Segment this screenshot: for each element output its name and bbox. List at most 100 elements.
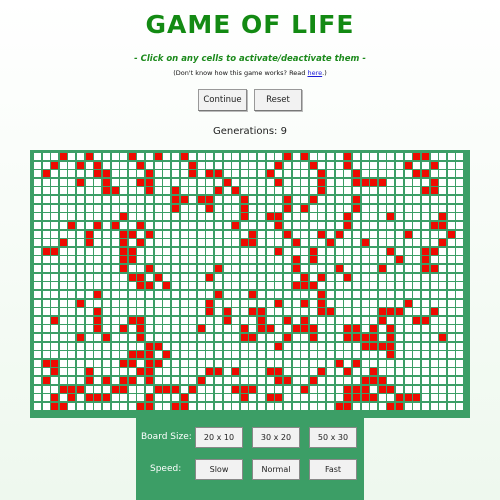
cell-alive[interactable] (155, 343, 162, 350)
cell-dead[interactable] (112, 394, 119, 401)
cell-dead[interactable] (370, 170, 377, 177)
cell-dead[interactable] (181, 282, 188, 289)
cell-dead[interactable] (379, 334, 386, 341)
cell-dead[interactable] (146, 162, 153, 169)
cell-dead[interactable] (431, 153, 438, 160)
cell-dead[interactable] (215, 334, 222, 341)
cell-dead[interactable] (362, 248, 369, 255)
cell-alive[interactable] (120, 377, 127, 384)
cell-dead[interactable] (353, 282, 360, 289)
cell-dead[interactable] (51, 351, 58, 358)
cell-alive[interactable] (301, 282, 308, 289)
cell-dead[interactable] (336, 386, 343, 393)
cell-dead[interactable] (456, 248, 463, 255)
cell-dead[interactable] (258, 196, 265, 203)
cell-dead[interactable] (68, 213, 75, 220)
cell-dead[interactable] (112, 265, 119, 272)
cell-dead[interactable] (163, 377, 170, 384)
cell-alive[interactable] (310, 334, 317, 341)
speed-slow-button[interactable]: Slow (195, 459, 243, 480)
cell-dead[interactable] (224, 239, 231, 246)
cell-dead[interactable] (310, 213, 317, 220)
cell-alive[interactable] (336, 360, 343, 367)
cell-dead[interactable] (51, 179, 58, 186)
cell-dead[interactable] (120, 170, 127, 177)
cell-alive[interactable] (370, 325, 377, 332)
cell-dead[interactable] (241, 308, 248, 315)
cell-dead[interactable] (224, 291, 231, 298)
cell-dead[interactable] (267, 351, 274, 358)
cell-dead[interactable] (206, 343, 213, 350)
cell-dead[interactable] (413, 239, 420, 246)
cell-dead[interactable] (215, 222, 222, 229)
cell-alive[interactable] (422, 248, 429, 255)
cell-dead[interactable] (267, 179, 274, 186)
cell-dead[interactable] (439, 162, 446, 169)
cell-dead[interactable] (172, 256, 179, 263)
cell-dead[interactable] (189, 213, 196, 220)
cell-dead[interactable] (284, 179, 291, 186)
cell-dead[interactable] (155, 351, 162, 358)
cell-alive[interactable] (68, 222, 75, 229)
cell-dead[interactable] (336, 351, 343, 358)
cell-dead[interactable] (293, 377, 300, 384)
cell-dead[interactable] (249, 317, 256, 324)
cell-dead[interactable] (224, 351, 231, 358)
cell-dead[interactable] (267, 265, 274, 272)
cell-dead[interactable] (172, 334, 179, 341)
cell-dead[interactable] (431, 403, 438, 410)
cell-dead[interactable] (318, 248, 325, 255)
cell-dead[interactable] (155, 377, 162, 384)
cell-dead[interactable] (103, 153, 110, 160)
cell-dead[interactable] (258, 170, 265, 177)
cell-dead[interactable] (198, 179, 205, 186)
cell-dead[interactable] (60, 343, 67, 350)
cell-alive[interactable] (353, 196, 360, 203)
cell-dead[interactable] (34, 179, 41, 186)
cell-dead[interactable] (336, 213, 343, 220)
cell-dead[interactable] (68, 187, 75, 194)
cell-dead[interactable] (155, 187, 162, 194)
cell-dead[interactable] (379, 360, 386, 367)
cell-dead[interactable] (387, 265, 394, 272)
cell-dead[interactable] (43, 213, 50, 220)
cell-dead[interactable] (129, 334, 136, 341)
cell-alive[interactable] (258, 317, 265, 324)
cell-dead[interactable] (34, 308, 41, 315)
cell-dead[interactable] (249, 153, 256, 160)
cell-alive[interactable] (422, 317, 429, 324)
cell-dead[interactable] (189, 300, 196, 307)
cell-alive[interactable] (86, 153, 93, 160)
cell-dead[interactable] (431, 170, 438, 177)
cell-dead[interactable] (249, 265, 256, 272)
cell-dead[interactable] (224, 386, 231, 393)
cell-alive[interactable] (137, 179, 144, 186)
cell-dead[interactable] (94, 265, 101, 272)
cell-alive[interactable] (146, 170, 153, 177)
cell-dead[interactable] (206, 334, 213, 341)
cell-alive[interactable] (137, 351, 144, 358)
cell-dead[interactable] (103, 205, 110, 212)
cell-dead[interactable] (129, 205, 136, 212)
cell-dead[interactable] (370, 153, 377, 160)
cell-dead[interactable] (413, 377, 420, 384)
cell-dead[interactable] (146, 248, 153, 255)
cell-dead[interactable] (267, 377, 274, 384)
cell-dead[interactable] (155, 403, 162, 410)
cell-dead[interactable] (267, 334, 274, 341)
cell-dead[interactable] (103, 256, 110, 263)
cell-dead[interactable] (129, 213, 136, 220)
cell-dead[interactable] (344, 317, 351, 324)
cell-alive[interactable] (431, 187, 438, 194)
cell-dead[interactable] (362, 368, 369, 375)
cell-dead[interactable] (448, 179, 455, 186)
cell-dead[interactable] (310, 308, 317, 315)
cell-dead[interactable] (163, 187, 170, 194)
cell-dead[interactable] (456, 162, 463, 169)
cell-dead[interactable] (396, 351, 403, 358)
cell-dead[interactable] (267, 222, 274, 229)
cell-dead[interactable] (198, 291, 205, 298)
cell-alive[interactable] (405, 394, 412, 401)
cell-dead[interactable] (86, 300, 93, 307)
cell-alive[interactable] (103, 377, 110, 384)
